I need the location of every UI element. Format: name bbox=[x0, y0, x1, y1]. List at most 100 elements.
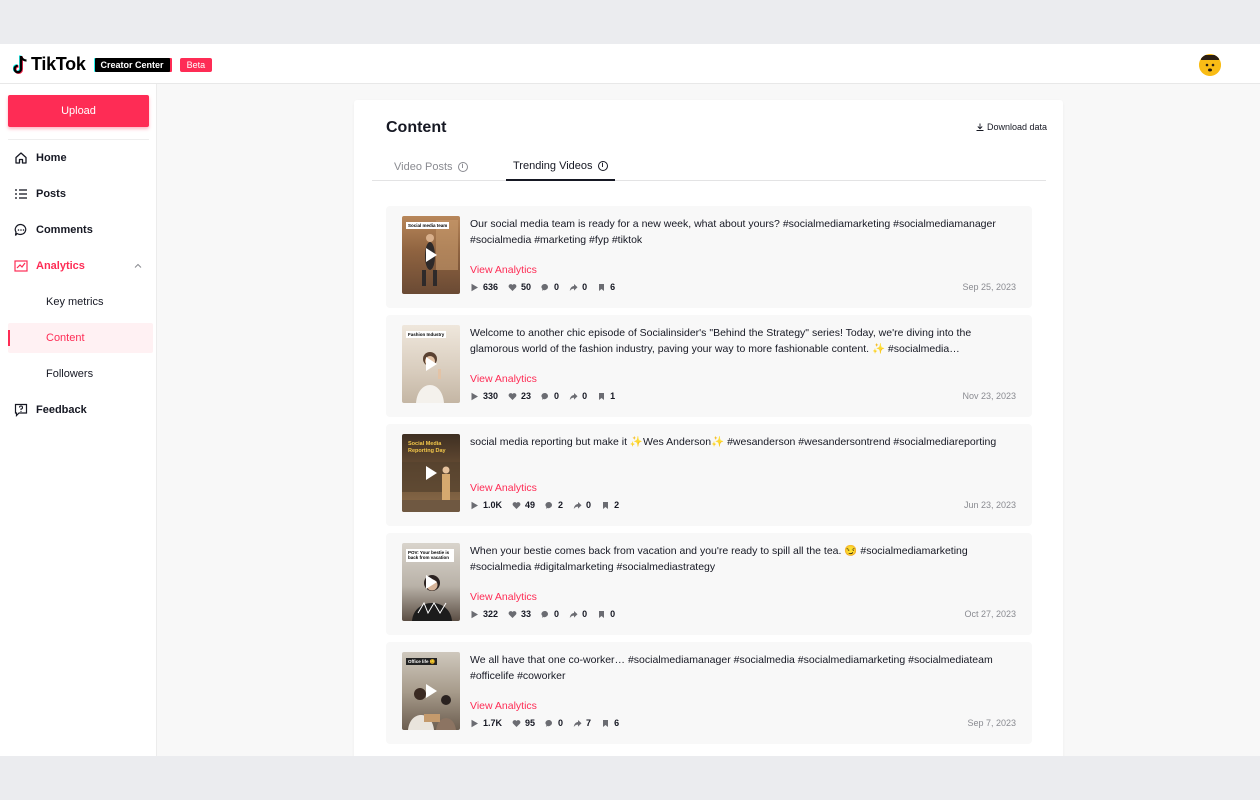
heart-icon bbox=[508, 283, 517, 291]
upload-button[interactable]: Upload bbox=[8, 95, 149, 127]
sidebar-item-label: Feedback bbox=[36, 404, 87, 416]
sidebar-item-key-metrics[interactable]: Key metrics bbox=[0, 287, 157, 317]
views-stat: 1.7K bbox=[470, 718, 502, 728]
sidebar-item-label: Key metrics bbox=[46, 296, 104, 308]
sidebar-item-home[interactable]: Home bbox=[0, 143, 157, 173]
video-thumbnail[interactable]: Social Media Reporting Day bbox=[402, 434, 460, 512]
chevron-up-icon[interactable] bbox=[134, 262, 142, 270]
avatar[interactable] bbox=[1199, 54, 1221, 76]
heart-icon bbox=[508, 392, 517, 400]
comments-count: 2 bbox=[558, 500, 564, 510]
video-description: social media reporting but make it ✨Wes … bbox=[470, 436, 997, 448]
tab-label: Trending Videos bbox=[513, 159, 593, 172]
play-icon bbox=[426, 466, 437, 480]
video-thumbnail[interactable]: Office life 😊 bbox=[402, 652, 460, 730]
chart-icon bbox=[14, 260, 28, 272]
play-icon bbox=[471, 719, 478, 727]
play-icon bbox=[471, 283, 478, 291]
comments-stat: 2 bbox=[545, 500, 563, 510]
comment-icon bbox=[14, 223, 27, 236]
play-icon bbox=[426, 357, 437, 371]
video-thumbnail[interactable]: POV: Your bestie is back from vacation bbox=[402, 543, 460, 621]
tab-trending-videos[interactable]: Trending Videos i bbox=[506, 152, 615, 181]
video-thumbnail[interactable]: Social media team bbox=[402, 216, 460, 294]
info-icon[interactable]: i bbox=[457, 161, 468, 172]
likes-stat: 49 bbox=[512, 500, 535, 510]
thumbnail-caption: Social media team bbox=[406, 222, 450, 230]
saves-stat: 0 bbox=[597, 609, 615, 619]
sidebar-item-label: Analytics bbox=[36, 260, 85, 272]
comments-stat: 0 bbox=[541, 609, 559, 619]
tab-video-posts[interactable]: Video Posts i bbox=[394, 152, 468, 181]
sidebar-item-comments[interactable]: Comments bbox=[0, 215, 157, 245]
video-description: We all have that one co-worker… #socialm… bbox=[470, 654, 993, 682]
views-count: 636 bbox=[483, 282, 499, 292]
info-icon[interactable]: i bbox=[597, 160, 608, 171]
view-analytics-link[interactable]: View Analytics bbox=[470, 591, 537, 603]
views-stat: 636 bbox=[470, 282, 498, 292]
saves-stat: 2 bbox=[601, 500, 619, 510]
thumbnail-caption: Office life 😊 bbox=[406, 658, 438, 666]
thumbnail-caption: Fashion Industry bbox=[406, 331, 447, 339]
view-analytics-link[interactable]: View Analytics bbox=[470, 700, 537, 712]
sidebar-item-content[interactable]: Content bbox=[8, 323, 153, 353]
avatar-icon bbox=[1199, 54, 1221, 76]
sidebar-divider bbox=[8, 139, 149, 140]
brand-name: TikTok bbox=[31, 54, 86, 74]
video-stats: 330 23 0 0 1 bbox=[470, 389, 625, 403]
view-analytics-link[interactable]: View Analytics bbox=[470, 482, 537, 494]
heart-icon bbox=[512, 501, 521, 509]
feedback-icon bbox=[14, 403, 28, 417]
likes-stat: 50 bbox=[508, 282, 531, 292]
likes-count: 49 bbox=[525, 500, 536, 510]
home-icon bbox=[15, 152, 27, 164]
sidebar-item-posts[interactable]: Posts bbox=[0, 179, 157, 209]
likes-count: 23 bbox=[521, 391, 532, 401]
tab-label: Video Posts bbox=[394, 160, 453, 173]
saves-count: 6 bbox=[614, 718, 620, 728]
tiktok-logo[interactable]: TikTok Creator Center Beta bbox=[13, 54, 213, 75]
sidebar-item-label: Home bbox=[36, 152, 67, 164]
share-icon bbox=[573, 719, 582, 727]
view-analytics-link[interactable]: View Analytics bbox=[470, 264, 537, 276]
comment-icon bbox=[545, 719, 552, 727]
view-analytics-link[interactable]: View Analytics bbox=[470, 373, 537, 385]
bookmark-icon bbox=[603, 501, 609, 509]
download-data-button[interactable]: Download data bbox=[976, 122, 1047, 132]
bookmark-icon bbox=[599, 610, 605, 618]
list-item: POV: Your bestie is back from vacation W… bbox=[386, 533, 1032, 635]
comment-icon bbox=[541, 392, 549, 400]
sidebar-item-analytics[interactable]: Analytics bbox=[0, 251, 157, 281]
likes-stat: 95 bbox=[512, 718, 535, 728]
comments-stat: 0 bbox=[545, 718, 563, 728]
play-icon bbox=[471, 610, 478, 618]
sidebar-item-label: Comments bbox=[36, 224, 93, 236]
saves-stat: 6 bbox=[597, 282, 615, 292]
likes-count: 33 bbox=[521, 609, 532, 619]
comments-count: 0 bbox=[554, 282, 560, 292]
video-description: Welcome to another chic episode of Socia… bbox=[470, 327, 972, 355]
play-icon bbox=[426, 684, 437, 698]
post-date: Sep 7, 2023 bbox=[967, 718, 1016, 728]
video-thumbnail[interactable]: Fashion Industry bbox=[402, 325, 460, 403]
sidebar-item-feedback[interactable]: Feedback bbox=[0, 395, 157, 425]
saves-stat: 6 bbox=[601, 718, 619, 728]
comments-count: 0 bbox=[554, 391, 560, 401]
page-title: Content bbox=[386, 119, 447, 136]
likes-stat: 33 bbox=[508, 609, 531, 619]
list-icon bbox=[15, 189, 27, 199]
sidebar-item-label: Content bbox=[46, 332, 85, 344]
likes-count: 95 bbox=[525, 718, 536, 728]
saves-count: 0 bbox=[610, 609, 616, 619]
sidebar-item-followers[interactable]: Followers bbox=[0, 359, 157, 389]
share-icon bbox=[569, 392, 578, 400]
views-count: 330 bbox=[483, 391, 499, 401]
shares-count: 0 bbox=[586, 500, 592, 510]
views-count: 1.7K bbox=[483, 718, 503, 728]
shares-count: 0 bbox=[582, 282, 588, 292]
play-icon bbox=[426, 575, 437, 589]
comments-stat: 0 bbox=[541, 391, 559, 401]
play-icon bbox=[471, 392, 478, 400]
beta-badge: Beta bbox=[179, 57, 213, 72]
tiktok-note-icon bbox=[13, 54, 27, 74]
